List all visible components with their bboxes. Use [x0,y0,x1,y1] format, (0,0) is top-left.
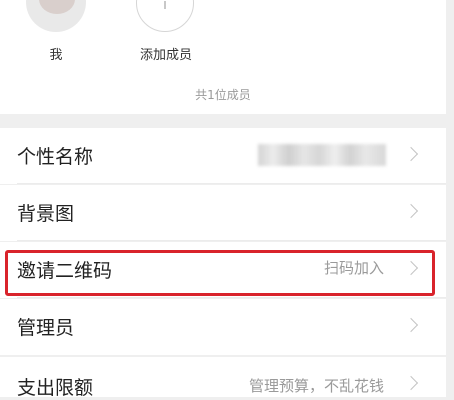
add-member-label: 添加成员 [139,48,192,63]
row-label: 管理员 [17,317,75,339]
chevron-right-icon [403,317,419,333]
divider [17,240,446,241]
chevron-right-icon [403,203,419,219]
settings-row-background[interactable]: 背景图 [0,185,446,241]
chevron-right-icon [403,375,419,391]
row-value: 扫码加入 [323,259,384,277]
member-name: 我 [49,48,63,63]
avatar-image [39,0,75,14]
avatar [26,0,86,32]
row-label: 邀请二维码 [17,260,113,282]
members-card: 我 添加成员 共1位成员 [0,0,446,114]
member-count: 共1位成员 [195,88,251,102]
add-member-icon [136,0,194,32]
divider [17,183,446,184]
row-label: 支出限额 [17,377,94,399]
settings-row-spending-limit[interactable]: 支出限额 管理预算，不乱花钱 [0,357,446,399]
row-label: 个性名称 [17,146,94,168]
divider [17,297,446,298]
chevron-right-icon [403,146,419,162]
blurred-nickname-value [258,144,386,166]
row-value: 管理预算，不乱花钱 [248,377,384,395]
settings-row-admin[interactable]: 管理员 [0,299,446,355]
chevron-right-icon [403,260,419,276]
row-label: 背景图 [17,203,75,225]
settings-row-invite-qrcode[interactable]: 邀请二维码 扫码加入 [0,242,446,298]
